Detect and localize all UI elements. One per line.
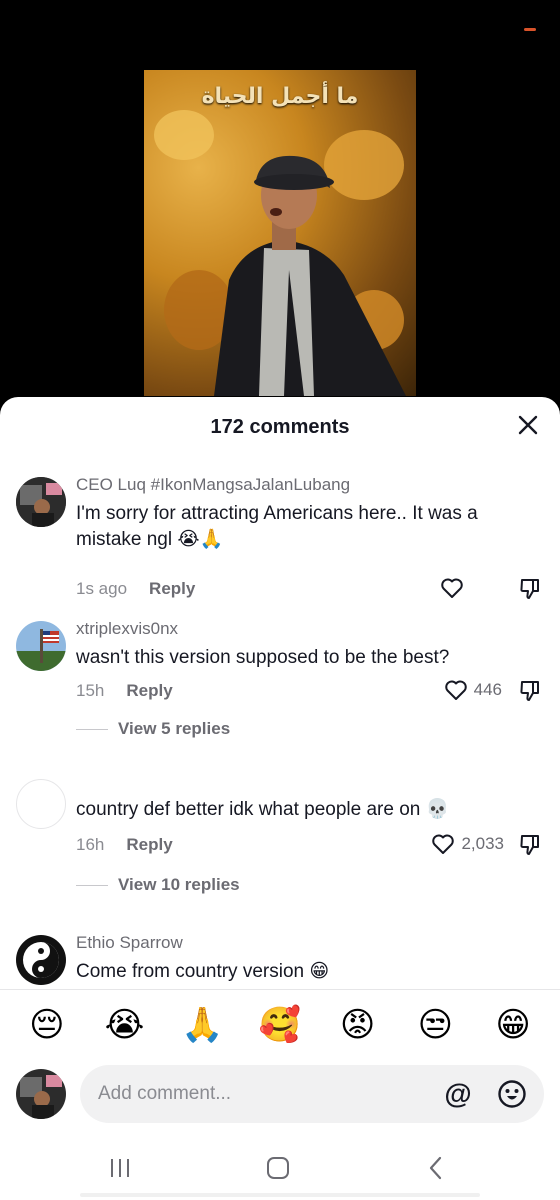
heart-icon <box>432 834 455 854</box>
status-indicator <box>524 28 536 31</box>
input-divider <box>0 989 560 990</box>
home-button[interactable] <box>258 1153 298 1183</box>
comment-text: Come from country version 😁 <box>76 961 330 982</box>
avatar[interactable] <box>16 779 66 829</box>
comment-input-box[interactable]: @ <box>80 1065 544 1123</box>
comment-username[interactable]: Ethio Sparrow <box>76 933 183 953</box>
comment-text: wasn't this version supposed to be the b… <box>76 647 450 668</box>
comments-list[interactable]: CEO Luq #IkonMangsaJalanLubang I'm sorry… <box>0 457 560 987</box>
emoji-pray-button[interactable]: 🙏 <box>180 1003 224 1047</box>
avatar-image <box>16 935 66 985</box>
dislike-button[interactable] <box>518 833 542 862</box>
sheet-header: 172 comments <box>0 397 560 457</box>
quick-emoji-bar: 😔 😭 🙏 🥰 😡 😒 😁 <box>0 1003 560 1053</box>
like-count: 446 <box>473 680 502 699</box>
view-replies-button[interactable]: View 10 replies <box>76 875 240 895</box>
close-icon <box>518 415 538 435</box>
comments-count-title: 172 comments <box>210 416 350 438</box>
emoji-angry-button[interactable]: 😡 <box>336 1003 380 1047</box>
emoji-hearts-button[interactable]: 🥰 <box>258 1003 302 1047</box>
heart-icon <box>444 680 467 700</box>
like-count: 2,033 <box>461 834 504 853</box>
like-button[interactable]: 2,033 <box>431 833 504 855</box>
comment-item: Ethio Sparrow Come from country version … <box>0 931 560 987</box>
comment-text: country def better idk what people are o… <box>76 799 450 820</box>
dislike-button[interactable] <box>518 577 542 606</box>
comment-text: I'm sorry for attracting Americans here.… <box>76 503 478 550</box>
video-caption: ما أجمل الحياة <box>201 84 359 109</box>
comment-meta: 15h Reply <box>76 681 173 701</box>
thumbs-down-icon <box>520 681 539 701</box>
current-user-avatar <box>16 1069 66 1119</box>
comment-time: 1s ago <box>76 579 128 598</box>
replies-divider <box>76 728 108 730</box>
thumbs-down-icon <box>520 835 539 855</box>
video-frame[interactable]: ما أجمل الحياة <box>144 70 416 396</box>
thumbs-down-icon <box>520 579 539 599</box>
emoji-grin-button[interactable]: 😁 <box>491 1003 535 1047</box>
comment-time: 15h <box>76 681 105 700</box>
view-replies-label: View 10 replies <box>118 875 240 894</box>
comment-item: CEO Luq #IkonMangsaJalanLubang I'm sorry… <box>0 473 560 603</box>
system-nav-bar <box>0 1139 560 1200</box>
reply-button[interactable]: Reply <box>126 835 172 855</box>
comment-input[interactable] <box>98 1065 418 1123</box>
avatar[interactable] <box>16 935 66 985</box>
comment-item: xtriplexvis0nx wasn't this version suppo… <box>0 617 560 777</box>
view-replies-label: View 5 replies <box>118 719 231 738</box>
home-icon <box>267 1157 289 1179</box>
dislike-button[interactable] <box>518 679 542 708</box>
avatar[interactable] <box>16 621 66 671</box>
reply-button[interactable]: Reply <box>126 681 172 701</box>
comment-meta: 16h Reply <box>76 835 173 855</box>
avatar-image <box>16 1069 66 1119</box>
like-button[interactable]: 446 <box>444 679 502 701</box>
like-button[interactable] <box>440 577 464 599</box>
comment-input-row: @ <box>0 1065 560 1125</box>
comment-item: country def better idk what people are o… <box>0 775 560 935</box>
person-silhouette <box>214 155 406 396</box>
heart-icon <box>441 578 463 598</box>
avatar-image <box>16 621 66 671</box>
view-replies-button[interactable]: View 5 replies <box>76 719 230 739</box>
avatar[interactable] <box>16 477 66 527</box>
emoji-crying-button[interactable]: 😭 <box>103 1003 147 1047</box>
comment-time: 16h <box>76 835 105 854</box>
back-button[interactable] <box>416 1153 456 1183</box>
back-icon <box>429 1156 442 1180</box>
mention-button[interactable]: @ <box>442 1078 474 1110</box>
comment-meta: 1s ago Reply <box>76 579 195 599</box>
emoji-pensive-button[interactable]: 😔 <box>25 1003 69 1047</box>
emoji-picker-button[interactable] <box>496 1078 528 1110</box>
emoji-unamused-button[interactable]: 😒 <box>413 1003 457 1047</box>
recent-apps-button[interactable] <box>100 1153 140 1183</box>
close-button[interactable] <box>514 411 542 439</box>
gesture-pill <box>80 1193 480 1197</box>
avatar-image <box>16 477 66 527</box>
recent-apps-icon <box>111 1159 129 1177</box>
comment-username[interactable]: xtriplexvis0nx <box>76 619 178 639</box>
comments-sheet: 172 comments CEO Luq #IkonMangsaJalanLub… <box>0 397 560 1200</box>
video-area[interactable]: ما أجمل الحياة <box>0 0 560 400</box>
replies-divider <box>76 884 108 886</box>
screen: ما أجمل الحياة 172 comments CEO Luq #Iko… <box>0 0 560 1200</box>
reply-button[interactable]: Reply <box>149 579 195 599</box>
smiley-icon <box>498 1080 526 1108</box>
comment-username[interactable]: CEO Luq #IkonMangsaJalanLubang <box>76 475 350 495</box>
